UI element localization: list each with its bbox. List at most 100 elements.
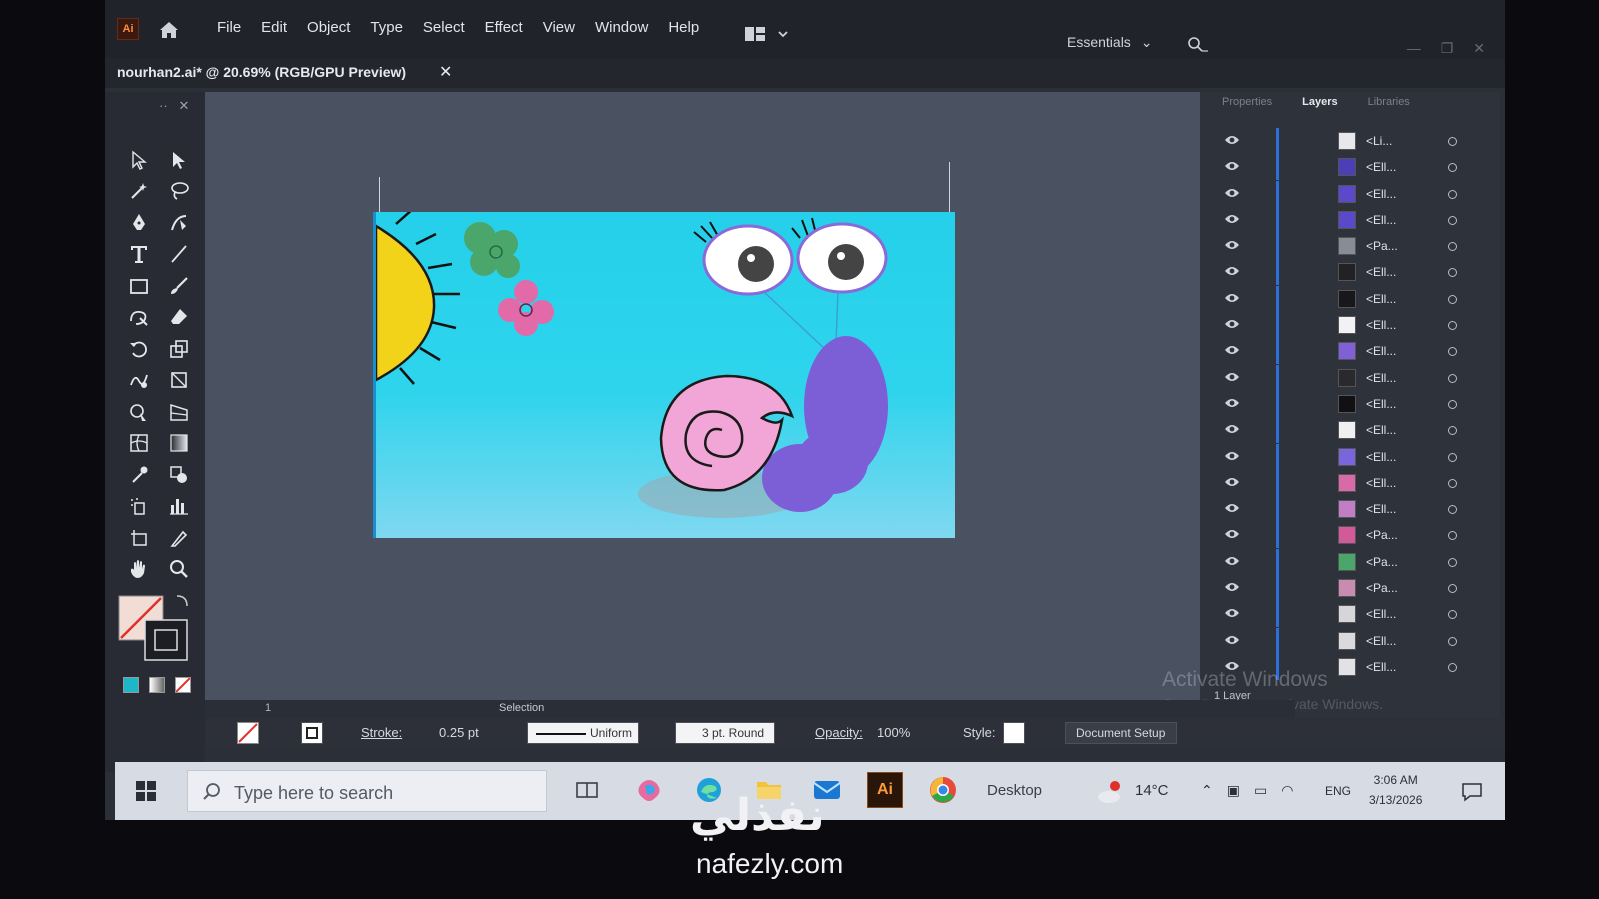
eye-visibility-icon[interactable]	[1224, 292, 1240, 304]
search-icon[interactable]	[1187, 36, 1209, 54]
perspective-grid-tool-icon[interactable]	[159, 396, 199, 427]
fill-none-swatch[interactable]	[237, 722, 259, 744]
notifications-icon[interactable]	[1461, 782, 1483, 802]
layer-row[interactable]: <Ell...	[1210, 627, 1480, 654]
eye-visibility-icon[interactable]	[1224, 344, 1240, 356]
brush-definition[interactable]: 3 pt. Round	[675, 722, 775, 744]
layer-row[interactable]: <Pa...	[1210, 575, 1480, 602]
eye-visibility-icon[interactable]	[1224, 528, 1240, 540]
none-mode-icon[interactable]	[175, 677, 191, 693]
mesh-tool-icon[interactable]	[119, 428, 159, 459]
layer-row[interactable]: <Ell...	[1210, 443, 1480, 470]
free-transform-tool-icon[interactable]	[159, 365, 199, 396]
taskbar-search-box[interactable]: Type here to search	[187, 770, 547, 812]
menu-help[interactable]: Help	[668, 19, 699, 36]
document-tab-title[interactable]: nourhan2.ai* @ 20.69% (RGB/GPU Preview)	[117, 64, 406, 80]
hand-tool-icon[interactable]	[119, 554, 159, 585]
artboard[interactable]	[373, 212, 955, 538]
eye-visibility-icon[interactable]	[1224, 318, 1240, 330]
target-circle-icon[interactable]	[1448, 294, 1457, 304]
restore-icon[interactable]: ❐	[1441, 40, 1454, 57]
eye-visibility-icon[interactable]	[1224, 160, 1240, 172]
layer-row[interactable]: <Ell...	[1210, 390, 1480, 417]
home-icon[interactable]	[157, 18, 181, 42]
close-tab-icon[interactable]: ✕	[439, 62, 452, 82]
fill-stroke-swatches[interactable]	[117, 592, 197, 662]
target-circle-icon[interactable]	[1448, 426, 1457, 436]
target-circle-icon[interactable]	[1448, 347, 1457, 357]
stroke-weight-input[interactable]: 0.25 pt	[439, 725, 479, 740]
layer-row[interactable]: <Pa...	[1210, 548, 1480, 575]
layer-row[interactable]: <Li...	[1210, 128, 1480, 154]
layer-row[interactable]: <Ell...	[1210, 206, 1480, 233]
lasso-tool-icon[interactable]	[159, 176, 199, 207]
layer-row[interactable]: <Ell...	[1210, 417, 1480, 444]
type-tool-icon[interactable]	[119, 239, 159, 270]
layer-row[interactable]: <Ell...	[1210, 338, 1480, 365]
menu-view[interactable]: View	[543, 19, 575, 36]
menu-edit[interactable]: Edit	[261, 19, 287, 36]
device-icon[interactable]: ▣	[1227, 782, 1240, 799]
target-circle-icon[interactable]	[1448, 189, 1457, 199]
document-setup-button[interactable]: Document Setup	[1065, 722, 1177, 744]
target-circle-icon[interactable]	[1448, 557, 1457, 567]
shaper-tool-icon[interactable]	[119, 302, 159, 333]
illustrator-taskbar-icon[interactable]: Ai	[867, 772, 903, 808]
eye-visibility-icon[interactable]	[1224, 371, 1240, 383]
battery-icon[interactable]: ▭	[1254, 782, 1267, 799]
minimize-icon[interactable]: —	[1407, 40, 1421, 57]
rectangle-tool-icon[interactable]	[119, 270, 159, 301]
opacity-input[interactable]: 100%	[877, 725, 910, 740]
layer-row[interactable]: <Ell...	[1210, 154, 1480, 181]
eyedropper-tool-icon[interactable]	[119, 459, 159, 490]
taskbar-clock[interactable]: 3:06 AM 3/13/2026	[1369, 770, 1422, 810]
color-mode-icon[interactable]	[123, 677, 139, 693]
target-circle-icon[interactable]	[1448, 531, 1457, 541]
blend-tool-icon[interactable]	[159, 459, 199, 490]
gradient-mode-icon[interactable]	[149, 677, 165, 693]
toolbar-header-controls[interactable]: ·· ✕	[159, 98, 189, 114]
eye-visibility-icon[interactable]	[1224, 239, 1240, 251]
desktop-toolbar-label[interactable]: Desktop	[987, 782, 1042, 799]
artboard-tool-icon[interactable]	[119, 522, 159, 553]
line-segment-tool-icon[interactable]	[159, 239, 199, 270]
layer-row[interactable]: <Ell...	[1210, 285, 1480, 312]
eye-visibility-icon[interactable]	[1224, 187, 1240, 199]
chrome-browser-icon[interactable]	[925, 772, 961, 808]
wifi-icon[interactable]: ◠	[1281, 782, 1293, 799]
language-indicator[interactable]: ENG	[1325, 784, 1351, 798]
eye-visibility-icon[interactable]	[1224, 581, 1240, 593]
selection-tool-icon[interactable]	[119, 144, 159, 175]
menu-window[interactable]: Window	[595, 19, 648, 36]
eye-visibility-icon[interactable]	[1224, 265, 1240, 277]
target-circle-icon[interactable]	[1448, 399, 1457, 409]
eye-visibility-icon[interactable]	[1224, 634, 1240, 646]
target-circle-icon[interactable]	[1448, 610, 1457, 620]
tab-libraries[interactable]: Libraries	[1368, 96, 1410, 108]
eye-visibility-icon[interactable]	[1224, 213, 1240, 225]
scale-tool-icon[interactable]	[159, 333, 199, 364]
menu-file[interactable]: File	[217, 19, 241, 36]
slice-tool-icon[interactable]	[159, 522, 199, 553]
artboard-navigator[interactable]: 1	[265, 702, 271, 714]
shape-builder-tool-icon[interactable]	[119, 396, 159, 427]
eye-visibility-icon[interactable]	[1224, 607, 1240, 619]
copilot-icon[interactable]	[631, 772, 667, 808]
canvas-area[interactable]	[205, 92, 1295, 716]
target-circle-icon[interactable]	[1448, 242, 1457, 252]
graphic-style-swatch[interactable]	[1003, 722, 1025, 744]
menu-effect[interactable]: Effect	[485, 19, 523, 36]
stroke-color-swatch[interactable]	[301, 722, 323, 744]
target-circle-icon[interactable]	[1448, 268, 1457, 278]
tab-layers[interactable]: Layers	[1302, 96, 1337, 108]
workspace-switcher[interactable]: Essentials ⌄	[1067, 34, 1152, 51]
close-window-icon[interactable]: ✕	[1473, 40, 1485, 57]
magic-wand-tool-icon[interactable]	[119, 176, 159, 207]
paintbrush-tool-icon[interactable]	[159, 270, 199, 301]
layer-row[interactable]: <Pa...	[1210, 233, 1480, 260]
warp-tool-icon[interactable]	[119, 365, 159, 396]
direct-selection-tool-icon[interactable]	[159, 144, 199, 175]
zoom-tool-icon[interactable]	[159, 554, 199, 585]
windows-start-icon[interactable]	[135, 780, 157, 802]
gradient-tool-icon[interactable]	[159, 428, 199, 459]
